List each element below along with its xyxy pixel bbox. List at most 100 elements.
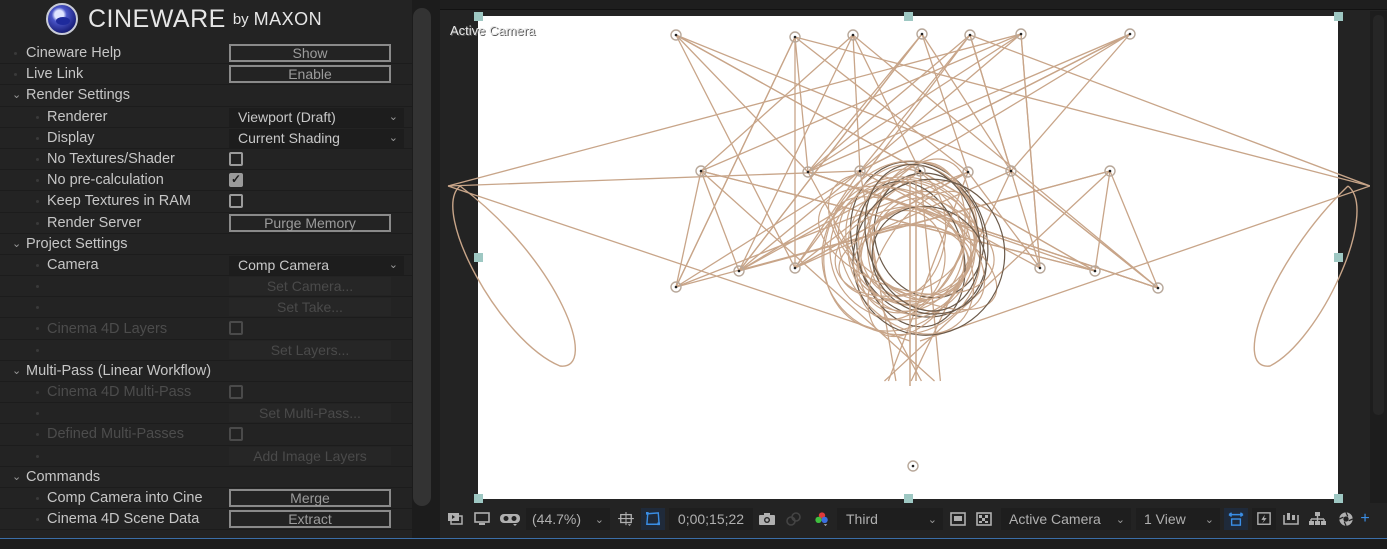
set-camera-button[interactable]: Set Camera... [229,277,391,296]
magnification-dropdown[interactable]: (44.7%) ⌄ [526,508,610,530]
comp-camera-into-cine-button[interactable]: Merge [229,488,391,507]
viewer-canvas[interactable]: Active Camera [440,11,1370,503]
layer-handle-middle-left[interactable] [474,253,483,262]
property-row-set-camera: Set Camera... [0,276,412,298]
wire-segment [859,33,1131,172]
property-label: No Textures/Shader [47,151,175,168]
flowchart-icon [1309,512,1326,525]
show-snapshot-button[interactable] [782,508,804,530]
active-camera-overlay-label: Active Camera [450,23,536,38]
property-row-set-take: Set Take... [0,297,412,319]
reset-exposure-icon [1228,512,1244,526]
resolution-value: Third [846,511,878,527]
layer-handle-bottom-center[interactable] [904,494,913,503]
property-label: Keep Textures in RAM [47,193,191,210]
timeline-icon [1283,513,1299,525]
layer-handle-middle-right[interactable] [1334,253,1343,262]
viewer-vertical-scrollbar[interactable] [1370,11,1387,503]
toggle-mask-path-button[interactable] [641,508,665,530]
defined-multi-passes-checkbox[interactable] [229,427,243,442]
set-layers-button[interactable]: Set Layers... [229,340,391,359]
add-image-layers-button[interactable]: Add Image Layers [229,446,391,465]
panel-scrollbar[interactable] [413,8,431,506]
row-bullet-icon [36,518,39,522]
row-bullet-icon [36,391,39,394]
zoom-dropdown-chevron-icon: ⌄ [594,513,604,526]
property-label[interactable]: Render Settings [26,87,130,103]
fast-previews-button[interactable] [1252,508,1276,530]
view-layout-dropdown[interactable]: 1 View ⌄ [1136,508,1220,530]
set-multi-pass-button[interactable]: Set Multi-Pass... [229,404,391,423]
show-channel-button[interactable] [810,508,834,530]
preview-toggle-button[interactable] [446,508,466,530]
renderer-dropdown[interactable]: Viewport (Draft) ⌄ [229,107,404,127]
layer-handle-bottom-right[interactable] [1334,494,1343,503]
layer-handle-top-center[interactable] [904,12,913,21]
scene-node-center [737,269,741,273]
camera-dropdown[interactable]: Comp Camera ⌄ [229,255,404,275]
timeline-button[interactable] [1280,508,1302,530]
chevron-down-icon: ⌄ [388,110,398,123]
layer-handle-top-left[interactable] [474,12,483,21]
3d-view-dropdown[interactable]: Active Camera ⌄ [1001,508,1131,530]
property-label[interactable]: Commands [26,469,100,485]
property-label: Cinema 4D Multi-Pass [47,384,192,401]
monitor-button[interactable] [472,508,492,530]
property-label[interactable]: Project Settings [26,236,128,252]
timecode: 0;00;15;22 [677,511,745,527]
wire-segment [1020,33,1041,269]
toggle-pixel-aspect-button[interactable] [1224,508,1248,530]
scene-node-center [858,169,862,173]
no-pre-calculation-checkbox[interactable] [229,172,243,188]
scene-node-center [793,266,797,270]
property-row-renderer: Renderer Viewport (Draft) ⌄ [0,107,412,128]
cineware-help-button[interactable]: Show [229,44,391,62]
keep-textures-in-ram-checkbox[interactable] [229,194,243,209]
set-take-button[interactable]: Set Take... [229,298,391,317]
take-snapshot-button[interactable] [756,508,778,530]
scene-node-center [1093,269,1097,273]
live-link-button[interactable]: Enable [229,65,391,84]
property-label[interactable]: Multi-Pass (Linear Workflow) [26,363,211,379]
viewer-scroll-thumb[interactable] [1373,15,1384,415]
cinema-4d-scene-data-button[interactable]: Extract [229,510,391,529]
expand-chevron-icon[interactable]: ⌄ [12,470,21,483]
scene-node-center [674,285,678,289]
render-server-button[interactable]: Purge Memory [229,213,391,232]
display-dropdown[interactable]: Current Shading ⌄ [229,128,404,148]
cinema-4d-layers-checkbox[interactable] [229,321,243,336]
expand-chevron-icon[interactable]: ⌄ [12,364,21,377]
exposure-button[interactable] [1336,508,1356,530]
wire-segment [919,170,942,382]
current-time-display[interactable]: 0;00;15;22 [669,508,753,530]
transparency-grid-button[interactable] [974,508,994,530]
region-of-interest-button[interactable] [948,508,968,530]
vr-button[interactable] [498,508,522,530]
choose-grid-guide-button[interactable] [614,508,638,530]
scene-node-center [1108,169,1112,173]
wire-segment [700,34,854,172]
property-row-render-server: Render Server Purge Memory [0,213,412,234]
expand-chevron-icon[interactable]: ⌄ [12,237,21,250]
resolution-dropdown[interactable]: Third ⌄ [837,508,943,530]
panel-separator [0,538,1387,549]
magnification-value: (44.7%) [532,511,582,527]
no-textures-shader-checkbox[interactable] [229,151,243,166]
property-row-cinema-4d-layers: Cinema 4D Layers [0,318,412,340]
monitor-icon [474,512,490,525]
add-exposure-button[interactable]: + [1358,508,1372,530]
composition-viewer: Active Camera (44.7%) ⌄ 0;00;15;22 Third… [440,0,1387,538]
view-layout-value: 1 View [1144,511,1186,527]
layer-handle-bottom-left[interactable] [474,494,483,503]
flowchart-button[interactable] [1306,508,1328,530]
row-bullet-icon [36,157,39,161]
scene-node-center [1038,266,1042,270]
layer-handle-top-right[interactable] [1334,12,1343,21]
wire-segment [1010,33,1131,172]
expand-chevron-icon[interactable]: ⌄ [12,88,21,101]
scene-node-center [1009,169,1013,173]
wire-segment [675,34,809,173]
cinema-4d-multi-pass-checkbox[interactable] [229,385,243,399]
row-bullet-icon [36,412,39,416]
wire-segment [1010,170,1159,289]
